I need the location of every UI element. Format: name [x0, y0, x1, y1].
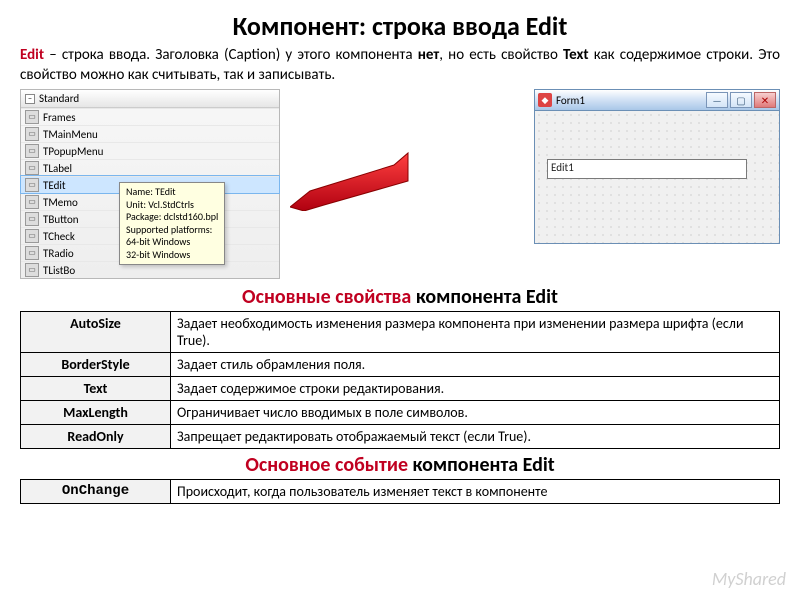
- component-icon: ▭: [25, 246, 39, 260]
- palette-item-label: TListBo: [43, 264, 75, 277]
- events-table: OnChangeПроисходит, когда пользователь и…: [20, 479, 780, 504]
- palette-item: ▭ TPopupMenu: [21, 142, 279, 159]
- edit-control: Edit1: [547, 159, 747, 179]
- close-icon: ✕: [754, 92, 776, 108]
- palette-item-label: TPopupMenu: [43, 145, 103, 158]
- watermark: MyShared: [712, 568, 786, 590]
- palette-item-label: TButton: [43, 213, 79, 226]
- palette-item-label: Frames: [43, 111, 76, 124]
- property-desc: Запрещает редактировать отображаемый тек…: [171, 425, 780, 449]
- component-tooltip: Name: TEdit Unit: Vcl.StdCtrls Package: …: [119, 182, 225, 265]
- component-icon: ▭: [25, 263, 39, 277]
- property-name: Text: [21, 377, 171, 401]
- form-design-surface: Edit1: [535, 111, 779, 243]
- table-row: BorderStyleЗадает стиль обрамления поля.: [21, 353, 780, 377]
- pointer-arrow-icon: [290, 151, 410, 211]
- component-icon: ▭: [25, 178, 39, 192]
- property-name: BorderStyle: [21, 353, 171, 377]
- palette-item-label: TMainMenu: [43, 128, 98, 141]
- palette-item-label: TRadio: [43, 247, 74, 260]
- property-desc: Задает стиль обрамления поля.: [171, 353, 780, 377]
- palette-item: ▭ TLabel: [21, 159, 279, 176]
- maximize-icon: ▢: [730, 92, 752, 108]
- table-row: MaxLengthОграничивает число вводимых в п…: [21, 401, 780, 425]
- table-row: TextЗадает содержимое строки редактирова…: [21, 377, 780, 401]
- event-desc: Происходит, когда пользователь изменяет …: [171, 480, 780, 504]
- palette-item-label: TLabel: [43, 162, 72, 175]
- palette-header: − Standard: [21, 90, 279, 108]
- component-icon: ▭: [25, 161, 39, 175]
- component-palette: − Standard ▭Frames▭TMainMenu▭TPopupMenu▭…: [20, 89, 280, 279]
- palette-item-label: TMemo: [43, 196, 78, 209]
- component-icon: ▭: [25, 127, 39, 141]
- collapse-icon: −: [25, 94, 35, 104]
- component-icon: ▭: [25, 229, 39, 243]
- property-name: MaxLength: [21, 401, 171, 425]
- table-row: AutoSizeЗадает необходимость изменения р…: [21, 312, 780, 353]
- palette-item: ▭ Frames: [21, 108, 279, 125]
- properties-heading: Основные свойства компонента Edit: [20, 285, 780, 309]
- component-icon: ▭: [25, 110, 39, 124]
- property-name: AutoSize: [21, 312, 171, 353]
- minimize-icon: —: [706, 92, 728, 108]
- palette-item-label: TCheck: [43, 230, 75, 243]
- table-row: ReadOnlyЗапрещает редактировать отобража…: [21, 425, 780, 449]
- page-title: Компонент: строка ввода Edit: [20, 10, 780, 42]
- table-row: OnChangeПроисходит, когда пользователь и…: [21, 480, 780, 504]
- component-icon: ▭: [25, 212, 39, 226]
- intro-paragraph: Edit – строка ввода. Заголовка (Caption)…: [20, 46, 780, 85]
- form-app-icon: ◆: [538, 93, 552, 107]
- palette-item: ▭ TMainMenu: [21, 125, 279, 142]
- property-desc: Ограничивает число вводимых в поле симво…: [171, 401, 780, 425]
- properties-table: AutoSizeЗадает необходимость изменения р…: [20, 311, 780, 449]
- property-desc: Задает содержимое строки редактирования.: [171, 377, 780, 401]
- intro-lead: Edit: [20, 46, 44, 64]
- events-heading: Основное событие компонента Edit: [20, 453, 780, 477]
- property-desc: Задает необходимость изменения размера к…: [171, 312, 780, 353]
- palette-item-label: TEdit: [43, 179, 66, 192]
- designer-form-window: ◆ Form1 — ▢ ✕ Edit1: [534, 89, 780, 244]
- form-titlebar: ◆ Form1 — ▢ ✕: [535, 90, 779, 111]
- form-title: Form1: [556, 94, 585, 107]
- component-icon: ▭: [25, 195, 39, 209]
- property-name: ReadOnly: [21, 425, 171, 449]
- component-icon: ▭: [25, 144, 39, 158]
- event-name: OnChange: [21, 480, 171, 504]
